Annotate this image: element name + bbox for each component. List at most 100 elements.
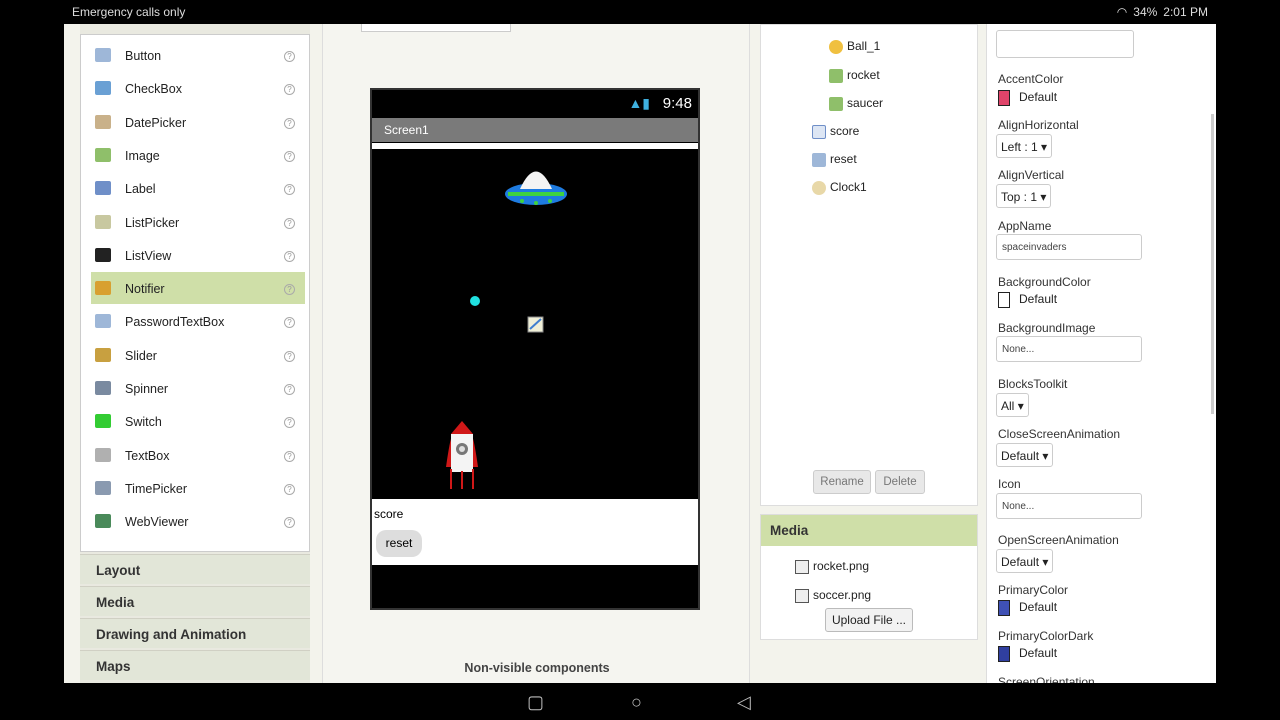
palette-item-passwordtextbox[interactable]: PasswordTextBox? [91, 305, 305, 337]
help-icon[interactable]: ? [284, 217, 295, 229]
help-icon[interactable]: ? [284, 483, 295, 495]
accent-color-label: AccentColor [998, 72, 1064, 86]
category-drawing-animation[interactable]: Drawing and Animation [80, 618, 310, 648]
category-layout[interactable]: Layout [80, 554, 310, 584]
component-saucer[interactable]: saucer [829, 96, 883, 111]
component-score[interactable]: score [812, 124, 859, 139]
palette-item-switch[interactable]: Switch? [91, 405, 305, 437]
palette-item-textbox[interactable]: TextBox? [91, 439, 305, 471]
button-icon [95, 48, 111, 62]
ball-sprite[interactable] [470, 296, 480, 306]
palette-item-datepicker[interactable]: DatePicker? [91, 106, 305, 138]
ball-icon [829, 39, 843, 54]
rocket-sprite[interactable] [446, 421, 478, 489]
open-screen-animation-select[interactable]: Default ▾ [996, 549, 1054, 573]
background-color-label: BackgroundColor [998, 275, 1091, 289]
help-icon[interactable]: ? [284, 384, 295, 395]
listview-icon [95, 247, 111, 262]
help-icon[interactable]: ? [284, 350, 295, 362]
palette-item-label: ListPicker [125, 215, 180, 230]
media-file-soccer[interactable]: soccer.png [795, 588, 871, 603]
palette-item-image[interactable]: Image? [91, 139, 305, 171]
component-clock[interactable]: Clock1 [812, 180, 867, 195]
palette-item-button[interactable]: Button? [91, 39, 305, 71]
background-color-swatch[interactable] [998, 292, 1010, 308]
category-media[interactable]: Media [80, 586, 310, 616]
dropdown-arrow-icon: ▾ [1042, 555, 1049, 569]
primary-color-value[interactable]: Default [1019, 600, 1057, 614]
sprite-icon [829, 68, 843, 83]
checkbox-icon [95, 81, 111, 96]
blocks-toolkit-select[interactable]: All ▾ [996, 393, 1029, 417]
about-screen-input[interactable] [996, 30, 1134, 58]
saucer-sprite[interactable] [505, 171, 567, 206]
reset-button[interactable]: reset [376, 530, 422, 557]
palette-item-webviewer[interactable]: WebViewer? [91, 505, 305, 537]
score-label[interactable]: score [374, 507, 403, 521]
close-screen-animation-select[interactable]: Default ▾ [996, 443, 1054, 467]
palette-item-checkbox[interactable]: CheckBox? [91, 72, 305, 104]
home-icon[interactable]: ○ [631, 692, 642, 713]
back-icon[interactable]: ◁ [737, 692, 751, 713]
primary-color-swatch[interactable] [998, 600, 1010, 616]
background-color-value[interactable]: Default [1019, 292, 1057, 306]
button-icon [812, 152, 826, 167]
palette-item-label: Label [125, 182, 156, 197]
accent-color-value[interactable]: Default [1019, 90, 1057, 104]
recent-apps-icon[interactable]: ▢ [527, 692, 544, 713]
background-image-label: BackgroundImage [998, 321, 1096, 335]
primary-color-dark-value[interactable]: Default [1019, 646, 1057, 660]
help-icon[interactable]: ? [284, 117, 295, 129]
palette-item-notifier[interactable]: Notifier? [91, 272, 305, 305]
properties-scrollbar[interactable] [1211, 114, 1214, 414]
help-icon[interactable]: ? [284, 450, 295, 462]
app-name-label: AppName [998, 219, 1052, 233]
screen-bottom-area: score reset [372, 499, 698, 565]
phone-preview: ▲▮ 9:48 Screen1 score reset [370, 88, 700, 610]
palette-item-listpicker[interactable]: ListPicker? [91, 206, 305, 238]
media-header: Media [761, 515, 977, 546]
dropdown-arrow-icon: ▾ [1017, 399, 1024, 413]
media-file-rocket[interactable]: rocket.png [795, 559, 869, 574]
upload-file-button[interactable]: Upload File ... [825, 608, 913, 632]
palette-item-label: PasswordTextBox [125, 315, 225, 330]
palette-item-slider[interactable]: Slider? [91, 339, 305, 371]
align-horizontal-select[interactable]: Left : 1 ▾ [996, 134, 1053, 158]
help-icon[interactable]: ? [284, 84, 295, 96]
game-canvas[interactable] [372, 149, 698, 499]
background-image-input[interactable]: None... [996, 336, 1142, 362]
viewer-panel: ▲▮ 9:48 Screen1 score reset Non-visible … [322, 24, 750, 683]
palette-item-listview[interactable]: ListView? [91, 239, 305, 271]
palette-item-spinner[interactable]: Spinner? [91, 372, 305, 404]
palette-item-label: Slider [125, 348, 157, 363]
open-screen-animation-label: OpenScreenAnimation [998, 533, 1119, 547]
delete-button[interactable]: Delete [875, 470, 925, 494]
align-vertical-select[interactable]: Top : 1 ▾ [996, 184, 1052, 208]
help-icon[interactable]: ? [284, 317, 295, 329]
palette-item-timepicker[interactable]: TimePicker? [91, 472, 305, 504]
android-status-bar: Emergency calls only ◠ 34% 2:01 PM [0, 0, 1280, 24]
help-icon[interactable]: ? [284, 51, 295, 62]
screen-selector[interactable] [361, 24, 511, 32]
clock-icon [812, 180, 826, 195]
component-rocket[interactable]: rocket [829, 68, 880, 83]
help-icon[interactable]: ? [284, 284, 295, 296]
palette-item-label: Spinner [125, 382, 169, 396]
category-maps[interactable]: Maps [80, 650, 310, 680]
palette-item-label[interactable]: Label? [91, 172, 305, 204]
icon-input[interactable]: None... [996, 493, 1142, 519]
help-icon[interactable]: ? [284, 250, 295, 262]
app-name-input[interactable]: spaceinvaders [996, 234, 1142, 260]
primary-color-dark-swatch[interactable] [998, 646, 1010, 662]
help-icon[interactable]: ? [284, 184, 295, 196]
help-icon[interactable]: ? [284, 517, 295, 529]
soccer-image-sprite[interactable] [527, 316, 544, 333]
component-ball[interactable]: Ball_1 [829, 39, 880, 54]
component-reset[interactable]: reset [812, 152, 857, 167]
clock: 2:01 PM [1163, 5, 1208, 19]
help-icon[interactable]: ? [284, 150, 295, 162]
rename-button[interactable]: Rename [813, 470, 871, 494]
dropdown-arrow-icon: ▾ [1042, 449, 1049, 463]
accent-color-swatch[interactable] [998, 90, 1010, 106]
help-icon[interactable]: ? [284, 417, 295, 429]
